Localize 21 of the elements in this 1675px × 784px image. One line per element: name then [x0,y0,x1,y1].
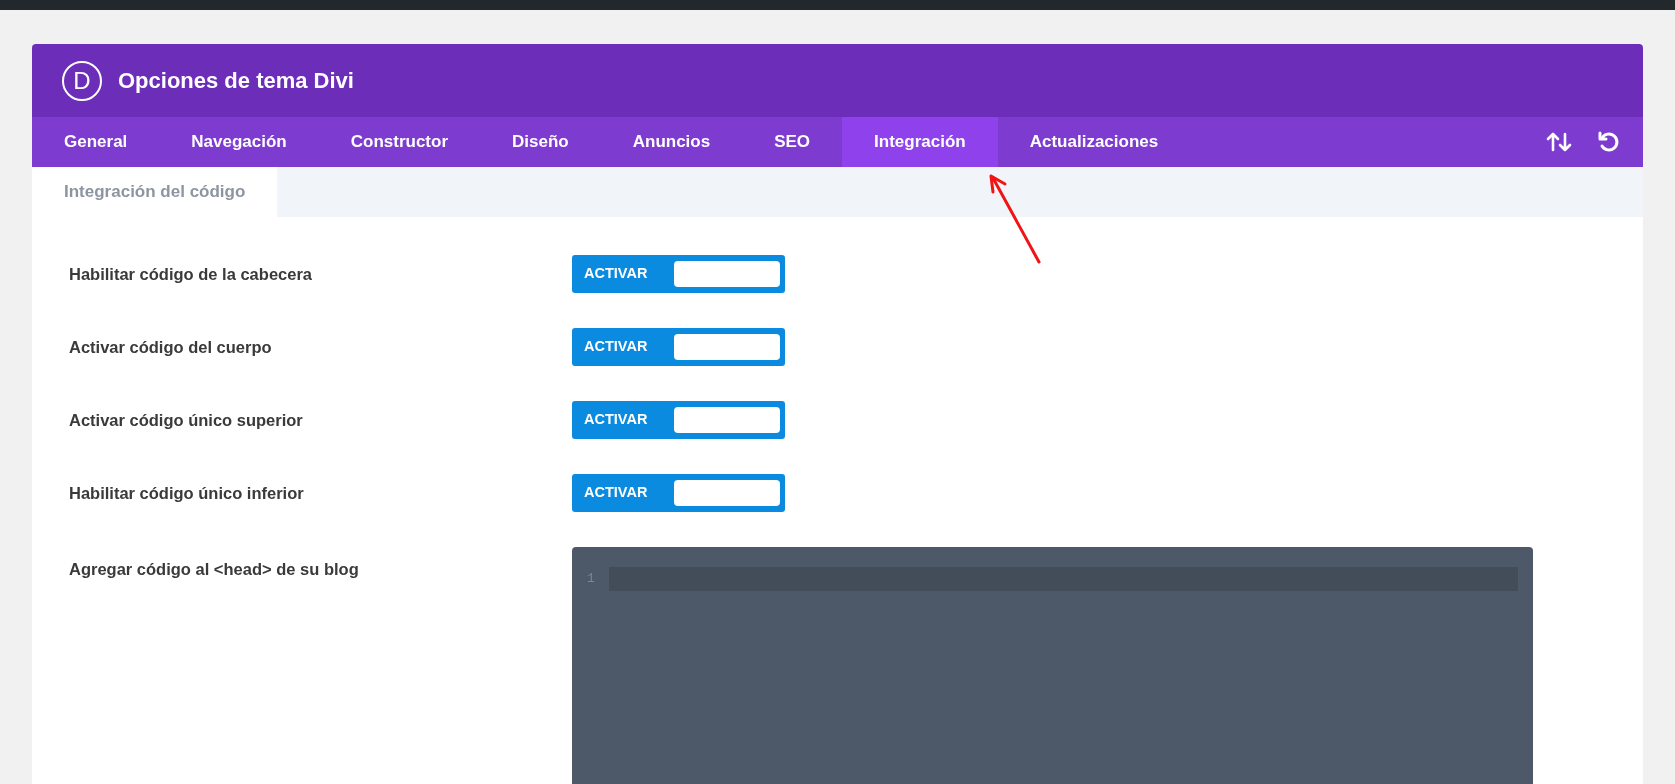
reset-icon[interactable] [1597,131,1619,153]
logo-icon: D [62,60,102,101]
tab[interactable]: Actualizaciones [997,117,1191,167]
toggle-switch[interactable]: ACTIVAR [572,255,785,293]
setting-label: Activar código del cuerpo [69,336,272,358]
panel-title: Opciones de tema Divi [118,67,354,95]
toggle-switch[interactable]: ACTIVAR [572,474,785,512]
tab[interactable]: General [32,117,160,167]
setting-label: Activar código único superior [69,409,303,431]
tab[interactable]: Integración [842,117,998,167]
setting-label: Habilitar código único inferior [69,482,304,504]
setting-label: Habilitar código de la cabecera [69,263,312,285]
toggle-switch[interactable]: ACTIVAR [572,328,785,366]
setting-label: Agregar código al <head> de su blog [69,560,359,578]
tab[interactable]: Constructor [318,117,481,167]
toggle-switch[interactable]: ACTIVAR [572,401,785,439]
tab[interactable]: SEO [742,117,843,167]
tab[interactable]: Anuncios [600,117,743,167]
tab[interactable]: Navegación [159,117,319,167]
sort-icon[interactable] [1545,131,1573,153]
tab[interactable]: Diseño [480,117,601,167]
